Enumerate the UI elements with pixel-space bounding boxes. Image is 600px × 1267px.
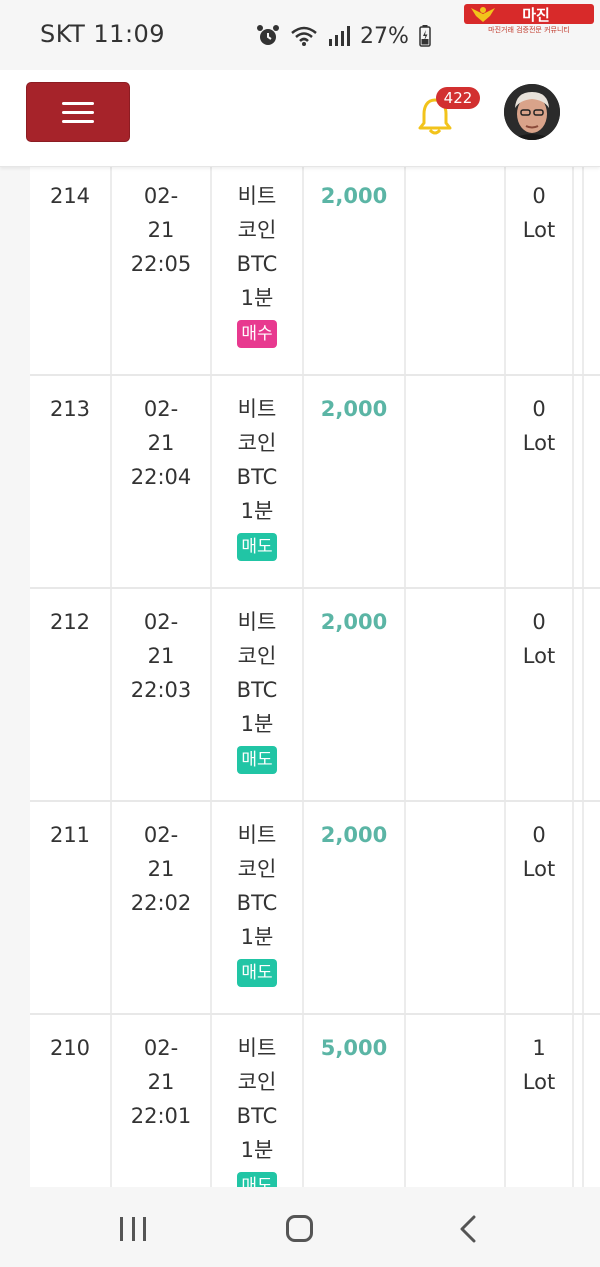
row-edge-cell — [574, 167, 584, 374]
row-item: 비트 코인 BTC 1분 매도 — [212, 802, 304, 1013]
row-amount: 2,000 — [304, 802, 406, 1013]
table-row: 210 02- 21 22:01 비트 코인 BTC 1분 매도 5,000 1 Lot — [30, 1015, 600, 1187]
status-bar: SKT 11:09 27% 마진 마진거래 검증전문 커뮤니티 — [0, 0, 600, 70]
row-lot: 0 Lot — [506, 376, 574, 587]
avatar[interactable] — [504, 84, 560, 140]
table-row: 211 02- 21 22:02 비트 코인 BTC 1분 매도 2,000 0 Lot — [30, 802, 600, 1015]
row-lot: 1 Lot — [506, 1015, 574, 1187]
watermark-logo: 마진 마진거래 검증전문 커뮤니티 — [464, 4, 594, 36]
row-lot: 0 Lot — [506, 167, 574, 374]
recents-icon[interactable] — [120, 1217, 146, 1241]
status-icons: 27% — [256, 20, 431, 52]
row-amount: 2,000 — [304, 167, 406, 374]
sell-badge: 매도 — [237, 959, 277, 987]
table-row: 213 02- 21 22:04 비트 코인 BTC 1분 매도 2,000 0 Lot — [30, 376, 600, 589]
table-row: 212 02- 21 22:03 비트 코인 BTC 1분 매도 2,000 0 Lot — [30, 589, 600, 802]
app-header: 422 — [0, 70, 600, 167]
row-date: 02- 21 22:01 — [112, 1015, 212, 1187]
menu-bar-line — [62, 110, 94, 114]
row-date: 02- 21 22:03 — [112, 589, 212, 800]
alarm-icon — [257, 25, 279, 45]
avatar-image — [504, 84, 560, 140]
buy-badge: 매수 — [237, 320, 277, 348]
row-edge-cell — [574, 376, 584, 587]
row-edge-cell — [574, 589, 584, 800]
row-item: 비트 코인 BTC 1분 매도 — [212, 1015, 304, 1187]
system-nav-bar — [0, 1187, 600, 1267]
row-item: 비트 코인 BTC 1분 매수 — [212, 167, 304, 374]
row-number: 210 — [30, 1015, 112, 1187]
row-edge-cell — [574, 1015, 584, 1187]
row-number: 214 — [30, 167, 112, 374]
row-item: 비트 코인 BTC 1분 매도 — [212, 589, 304, 800]
eagle-icon — [471, 7, 495, 22]
battery-icon — [419, 25, 431, 47]
row-empty-cell — [406, 376, 506, 587]
home-icon[interactable] — [286, 1215, 313, 1242]
menu-bar-line — [62, 119, 94, 123]
row-empty-cell — [406, 589, 506, 800]
status-time: SKT 11:09 — [40, 20, 166, 48]
menu-bar-line — [62, 101, 94, 105]
menu-button[interactable] — [26, 82, 130, 142]
row-item: 비트 코인 BTC 1분 매도 — [212, 376, 304, 587]
watermark-subtitle: 마진거래 검증전문 커뮤니티 — [488, 26, 570, 34]
history-table: 214 02- 21 22:05 비트 코인 BTC 1분 매수 2,000 0 Lot 2… — [0, 167, 600, 1187]
row-amount: 5,000 — [304, 1015, 406, 1187]
sell-badge: 매도 — [237, 1172, 277, 1187]
row-number: 212 — [30, 589, 112, 800]
row-date: 02- 21 22:04 — [112, 376, 212, 587]
row-empty-cell — [406, 802, 506, 1013]
signal-icon — [329, 26, 350, 46]
row-lot: 0 Lot — [506, 802, 574, 1013]
back-icon[interactable] — [456, 1215, 480, 1243]
row-amount: 2,000 — [304, 376, 406, 587]
row-amount: 2,000 — [304, 589, 406, 800]
notification-badge: 422 — [436, 87, 480, 109]
sell-badge: 매도 — [237, 746, 277, 774]
row-date: 02- 21 22:05 — [112, 167, 212, 374]
wifi-icon — [291, 26, 317, 46]
row-date: 02- 21 22:02 — [112, 802, 212, 1013]
row-edge-cell — [574, 802, 584, 1013]
row-lot: 0 Lot — [506, 589, 574, 800]
table-row: 214 02- 21 22:05 비트 코인 BTC 1분 매수 2,000 0 Lot — [30, 167, 600, 376]
battery-percent: 27% — [360, 23, 409, 49]
row-number: 213 — [30, 376, 112, 587]
row-number: 211 — [30, 802, 112, 1013]
sell-badge: 매도 — [237, 533, 277, 561]
watermark-title: 마진 — [522, 5, 550, 24]
row-empty-cell — [406, 167, 506, 374]
row-empty-cell — [406, 1015, 506, 1187]
